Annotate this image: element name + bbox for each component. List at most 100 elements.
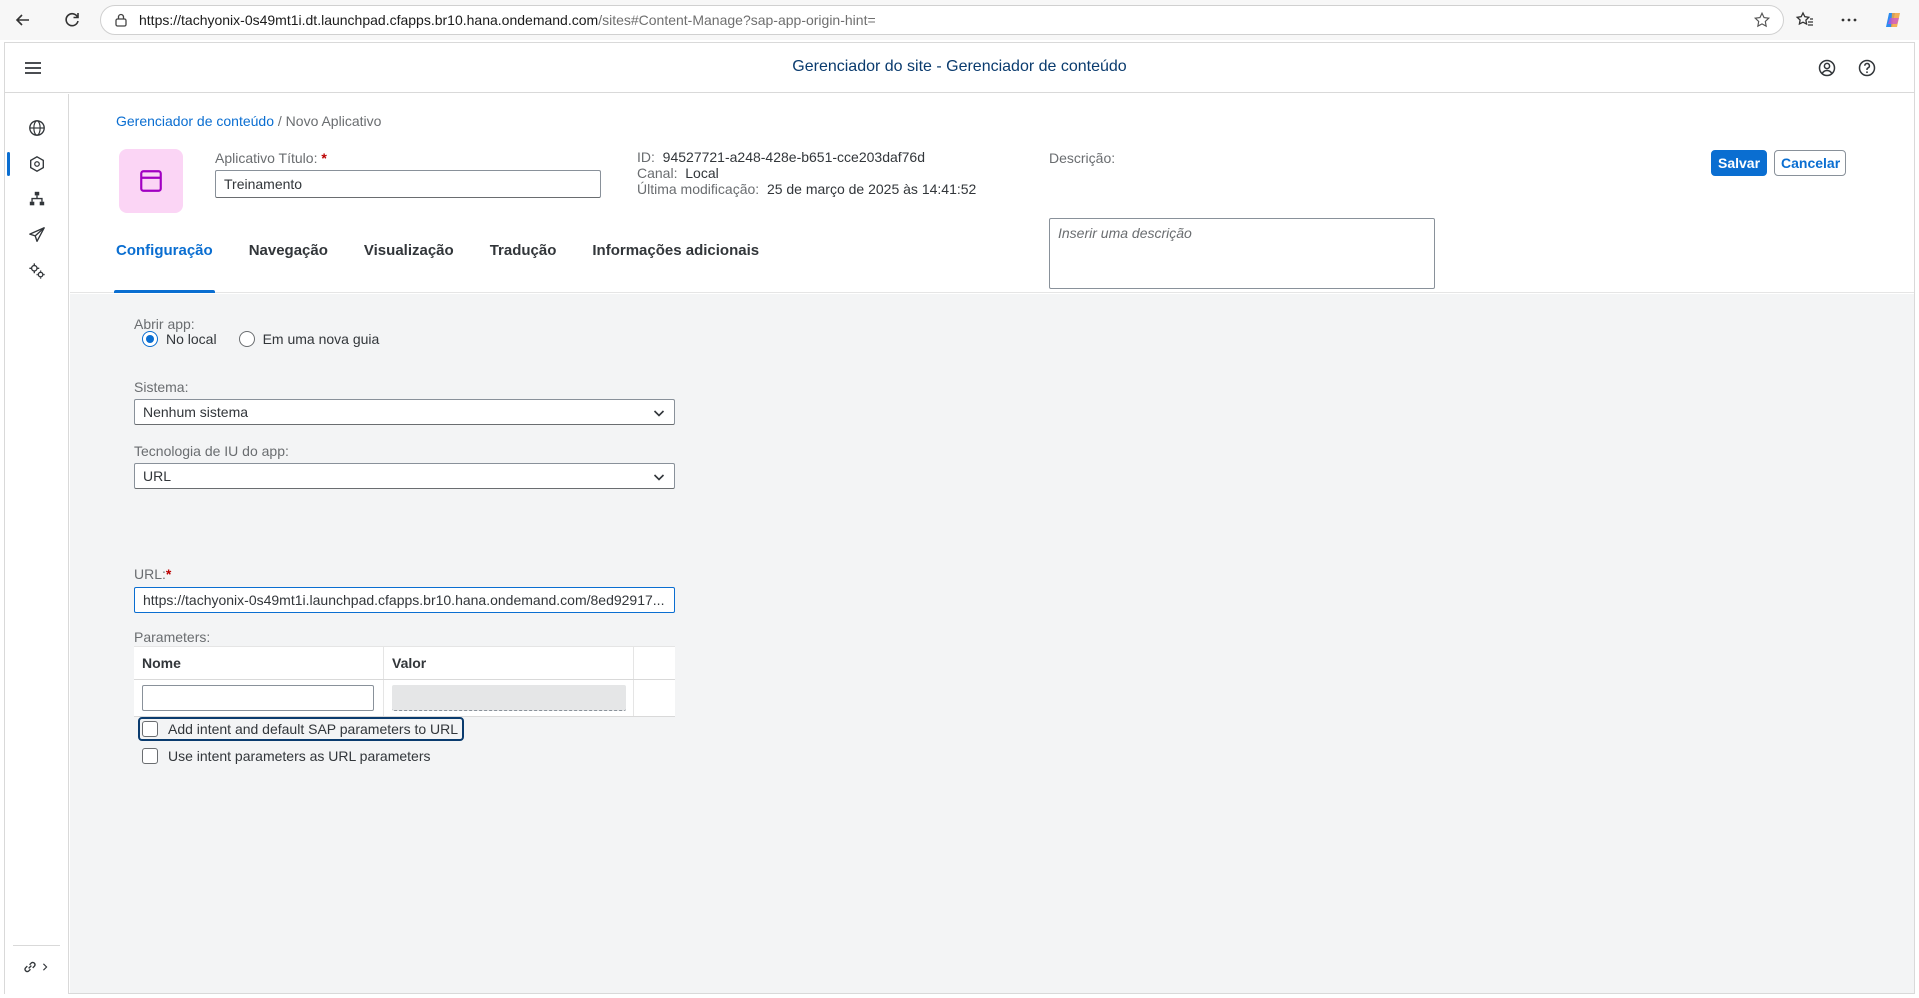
meta-modified-label: Última modificação: [637, 181, 760, 197]
app-avatar [119, 149, 183, 213]
shell-bar: Gerenciador do site - Gerenciador de con… [5, 43, 1914, 93]
meta-id-label: ID: [637, 149, 655, 165]
column-header-value: Valor [384, 647, 634, 679]
meta-channel-label: Canal: [637, 165, 678, 181]
link-icon [24, 961, 36, 973]
breadcrumb-separator: / [277, 113, 282, 129]
param-actions-cell [634, 680, 675, 716]
meta-modified: Última modificação: 25 de março de 2025 … [637, 181, 976, 197]
breadcrumb: Gerenciador de conteúdo / Novo Aplicativ… [116, 113, 381, 129]
app-title-label-text: Aplicativo Título: [215, 150, 318, 166]
radio-new-tab[interactable] [238, 331, 255, 347]
checkbox-intent-url-box[interactable] [142, 748, 158, 764]
configuration-panel: Abrir app: No local Em uma nova guia Sis… [70, 294, 1914, 993]
reload-button[interactable] [55, 3, 89, 37]
app-title-input[interactable] [215, 170, 601, 198]
description-label: Descrição: [1049, 150, 1116, 166]
url-required-mark: * [165, 566, 172, 582]
help-icon[interactable] [1857, 58, 1877, 78]
description-textarea[interactable] [1049, 218, 1435, 289]
address-bar[interactable]: https://tachyonix-0s49mt1i.dt.launchpad.… [100, 5, 1784, 35]
app-meta: ID: 94527721-a248-428e-b651-cce203daf76d… [637, 149, 976, 197]
open-app-label: Abrir app: [134, 316, 195, 332]
system-select[interactable]: Nenhum sistema [134, 399, 675, 425]
tab-bar: Configuração Navegação Visualização Trad… [114, 239, 759, 293]
ui-technology-value: URL [143, 468, 172, 484]
sidenav-separator [13, 945, 60, 946]
radio-new-tab-label[interactable]: Em uma nova guia [263, 331, 380, 347]
radio-in-place-label[interactable]: No local [166, 331, 217, 347]
checkbox-intent-url-label[interactable]: Use intent parameters as URL parameters [168, 748, 430, 764]
favorite-star-icon[interactable] [1753, 11, 1771, 29]
cube-icon [30, 156, 44, 172]
app-title-label: Aplicativo Título: * [215, 150, 327, 166]
url-path: /sites#Content-Manage?sap-app-origin-hin… [598, 12, 876, 28]
checkbox-intent-url-params[interactable]: Use intent parameters as URL parameters [142, 748, 430, 764]
chevron-down-icon [653, 474, 665, 481]
sidenav-item-sites[interactable] [17, 112, 57, 144]
tab-configuration[interactable]: Configuração [114, 239, 215, 293]
meta-id-value: 94527721-a248-428e-b651-cce203daf76d [662, 149, 926, 165]
cancel-button[interactable]: Cancelar [1774, 150, 1846, 176]
breadcrumb-link-content-manager[interactable]: Gerenciador de conteúdo [116, 113, 274, 129]
globe-icon [29, 120, 45, 136]
param-value-cell [384, 680, 634, 716]
app-window-icon [140, 170, 162, 192]
more-dots-icon [1841, 18, 1857, 22]
param-value-input [392, 685, 626, 711]
meta-id: ID: 94527721-a248-428e-b651-cce203daf76d [637, 149, 976, 165]
column-header-name: Nome [134, 647, 384, 679]
gears-icon [29, 263, 45, 279]
copilot-button[interactable] [1873, 3, 1913, 37]
object-header: Gerenciador de conteúdo / Novo Aplicativ… [70, 94, 1914, 293]
url-label: URL:* [134, 566, 171, 582]
meta-channel-value: Local [685, 165, 719, 181]
chevron-down-icon [653, 410, 665, 417]
param-name-input[interactable] [142, 685, 374, 711]
back-button[interactable] [6, 3, 40, 37]
tab-navigation[interactable]: Navegação [249, 239, 328, 293]
favorites-button[interactable] [1785, 3, 1825, 37]
side-navigation [5, 94, 69, 994]
chevron-right-icon [43, 963, 48, 971]
tab-visualization[interactable]: Visualização [364, 239, 454, 293]
required-mark: * [321, 150, 327, 166]
save-button[interactable]: Salvar [1711, 150, 1767, 176]
more-button[interactable] [1829, 3, 1869, 37]
parameters-label: Parameters: [134, 629, 211, 645]
system-label: Sistema: [134, 379, 189, 395]
sidenav-item-settings[interactable] [17, 255, 57, 287]
tab-translation[interactable]: Tradução [490, 239, 557, 293]
sidenav-item-hierarchy[interactable] [17, 183, 57, 215]
checkbox-intent-default-label[interactable]: Add intent and default SAP parameters to… [168, 721, 458, 737]
open-app-radio-group: No local Em uma nova guia [142, 331, 379, 347]
reload-icon [65, 12, 79, 27]
ui-technology-select[interactable]: URL [134, 463, 675, 489]
lock-icon [115, 13, 127, 27]
tab-additional-info[interactable]: Informações adicionais [592, 239, 759, 293]
checkbox-intent-default-box[interactable] [142, 721, 158, 737]
breadcrumb-current: Novo Aplicativo [285, 113, 382, 129]
meta-channel: Canal: Local [637, 165, 976, 181]
favorites-list-icon [1795, 11, 1813, 26]
sidenav-item-deploy[interactable] [17, 219, 57, 251]
sidenav-item-content[interactable] [7, 148, 57, 180]
param-name-cell [134, 680, 384, 716]
content-area: Gerenciador de conteúdo / Novo Aplicativ… [70, 94, 1914, 993]
meta-modified-value: 25 de março de 2025 às 14:41:52 [766, 181, 977, 197]
table-row [134, 680, 675, 716]
ui-technology-label: Tecnologia de IU do app: [134, 443, 289, 459]
sidenav-item-links[interactable] [21, 954, 57, 980]
system-select-value: Nenhum sistema [143, 404, 249, 420]
parameters-table: Nome Valor [134, 646, 675, 717]
browser-toolbar: https://tachyonix-0s49mt1i.dt.launchpad.… [0, 0, 1919, 40]
url-input[interactable]: https://tachyonix-0s49mt1i.launchpad.cfa… [134, 587, 675, 613]
checkbox-intent-default-params[interactable]: Add intent and default SAP parameters to… [138, 717, 465, 741]
user-profile-icon[interactable] [1817, 58, 1837, 78]
column-header-actions [634, 647, 675, 679]
radio-in-place[interactable] [142, 331, 158, 347]
sap-shell: Gerenciador do site - Gerenciador de con… [4, 42, 1915, 994]
browser-right-tools [1785, 3, 1919, 37]
copilot-icon [1886, 13, 1900, 27]
shell-title: Gerenciador do site - Gerenciador de con… [792, 58, 1127, 75]
